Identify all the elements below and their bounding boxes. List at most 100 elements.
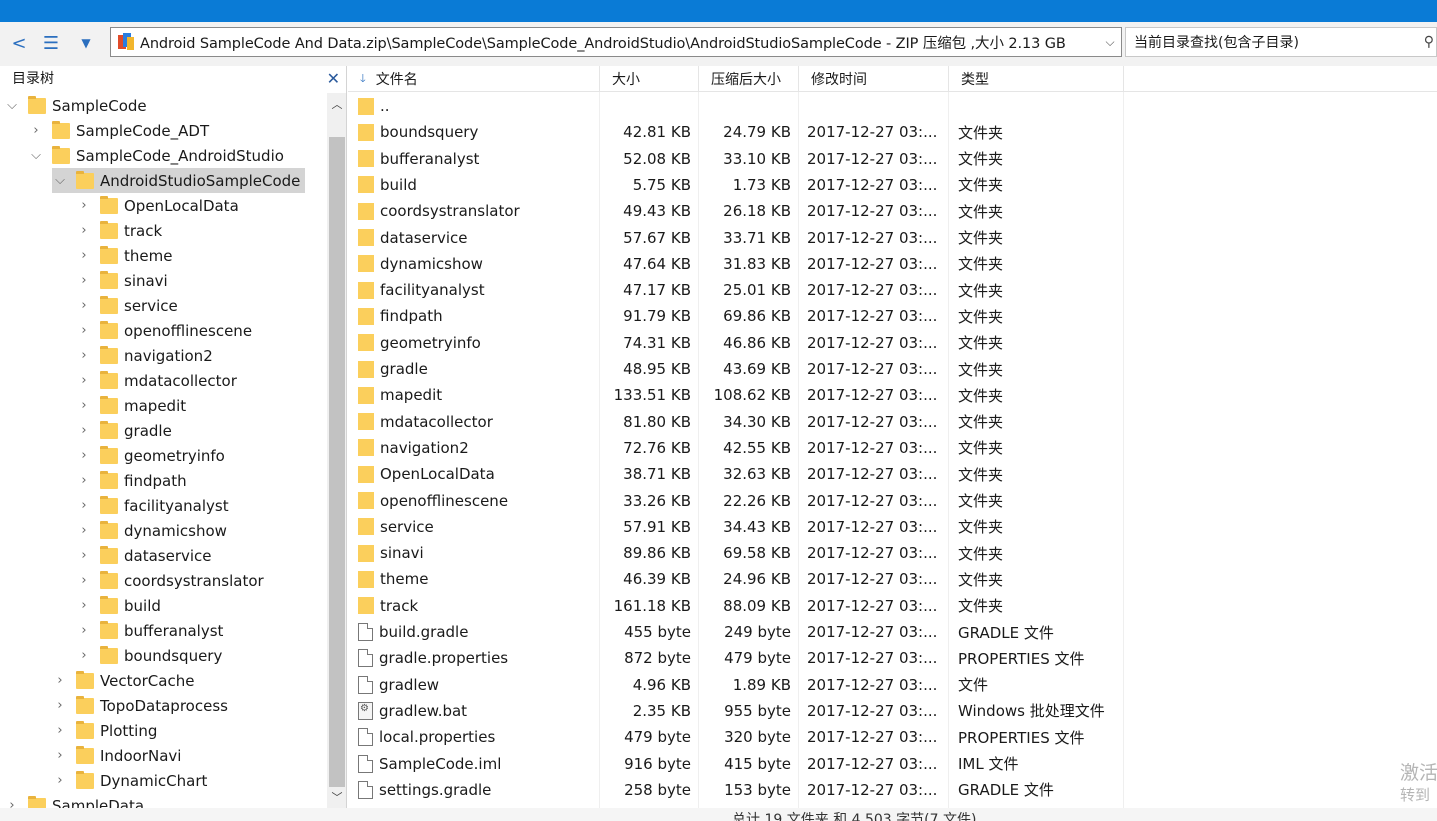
file-row[interactable]: track 161.18 KB 88.09 KB 2017-12-27 03:... 文… [348,593,1124,619]
file-row[interactable]: gradlew.bat 2.35 KB 955 byte 2017-12-27 03:… [348,698,1124,724]
tree-node[interactable]: › gradle [76,418,172,443]
search-input[interactable]: 当前目录查找(包含子目录) ⚲ [1125,27,1437,57]
file-row[interactable]: local.properties 479 byte 320 byte 2017-12-… [348,724,1124,750]
chevron-right-icon[interactable]: › [76,523,92,538]
tree-node[interactable]: › VectorCache [52,668,194,693]
file-row[interactable]: build 5.75 KB 1.73 KB 2017-12-27 03:... 文件夹 [348,172,1124,198]
file-row[interactable]: .. [348,93,1124,119]
chevron-right-icon[interactable]: › [76,398,92,413]
tree-node[interactable]: › mapedit [76,393,186,418]
column-type[interactable]: 类型 [949,66,1124,92]
chevron-right-icon[interactable]: › [76,348,92,363]
chevron-right-icon[interactable]: › [76,373,92,388]
chevron-right-icon[interactable]: › [52,698,68,713]
tree-node[interactable]: ⌵ SampleCode_AndroidStudio [28,143,284,168]
scroll-down-icon[interactable]: ﹀ [327,789,346,805]
tree-node[interactable]: › findpath [76,468,187,493]
tree-node[interactable]: › facilityanalyst [76,493,229,518]
chevron-right-icon[interactable]: › [52,673,68,688]
chevron-right-icon[interactable]: › [76,548,92,563]
back-button[interactable]: < [10,32,28,54]
chevron-right-icon[interactable]: › [76,598,92,613]
tree-node[interactable]: › DynamicChart [52,768,207,793]
file-row[interactable]: facilityanalyst 47.17 KB 25.01 KB 2017-12-2… [348,277,1124,303]
file-row[interactable]: dynamicshow 47.64 KB 31.83 KB 2017-12-27 03… [348,251,1124,277]
tree-node[interactable]: › sinavi [76,268,168,293]
address-field[interactable]: Android SampleCode And Data.zip\SampleCo… [110,27,1122,57]
chevron-right-icon[interactable]: › [76,623,92,638]
file-row[interactable]: geometryinfo 74.31 KB 46.86 KB 2017-12-27 0… [348,330,1124,356]
chevron-down-icon[interactable]: ⌵ [52,173,68,188]
chevron-right-icon[interactable]: › [76,298,92,313]
file-row[interactable]: bufferanalyst 52.08 KB 33.10 KB 2017-12-27 … [348,146,1124,172]
tree-node[interactable]: › theme [76,243,172,268]
tree-node[interactable]: › IndoorNavi [52,743,181,768]
tree-node[interactable]: › openofflinescene [76,318,252,343]
chevron-right-icon[interactable]: › [76,423,92,438]
chevron-right-icon[interactable]: › [52,723,68,738]
tree-node[interactable]: › coordsystranslator [76,568,264,593]
view-list-button[interactable]: ☰ [38,32,64,54]
chevron-right-icon[interactable]: › [76,498,92,513]
file-row[interactable]: SampleCode.iml 916 byte 415 byte 2017-12-27… [348,751,1124,777]
file-row[interactable]: mapedit 133.51 KB 108.62 KB 2017-12-27 03:.… [348,382,1124,408]
file-row[interactable]: gradlew 4.96 KB 1.89 KB 2017-12-27 03:... 文件 [348,672,1124,698]
tree-scrollbar[interactable]: ︿ ﹀ [327,93,346,821]
chevron-right-icon[interactable]: › [28,123,44,138]
file-row[interactable]: gradle.properties 872 byte 479 byte 2017-12… [348,645,1124,671]
view-dropdown-button[interactable]: ▼ [76,32,96,54]
tree-node[interactable]: › Plotting [52,718,157,743]
file-row[interactable]: theme 46.39 KB 24.96 KB 2017-12-27 03:... 文件… [348,566,1124,592]
tree-node[interactable]: › dynamicshow [76,518,227,543]
chevron-right-icon[interactable]: › [76,273,92,288]
close-icon[interactable]: ✕ [327,69,340,88]
search-icon[interactable]: ⚲ [1424,34,1434,50]
tree-node[interactable]: › navigation2 [76,343,213,368]
file-row[interactable]: coordsystranslator 49.43 KB 26.18 KB 2017-1… [348,198,1124,224]
chevron-right-icon[interactable]: › [76,648,92,663]
file-row[interactable]: mdatacollector 81.80 KB 34.30 KB 2017-12-27… [348,409,1124,435]
chevron-right-icon[interactable]: › [76,448,92,463]
column-size[interactable]: 大小 [600,66,699,92]
tree-node[interactable]: › TopoDataprocess [52,693,228,718]
tree-node[interactable]: › track [76,218,162,243]
tree-node[interactable]: › service [76,293,178,318]
chevron-right-icon[interactable]: › [52,773,68,788]
tree-node[interactable]: › mdatacollector [76,368,237,393]
chevron-right-icon[interactable]: › [76,473,92,488]
tree-node[interactable]: › OpenLocalData [76,193,239,218]
tree-node[interactable]: ⌵ SampleCode [4,93,147,118]
chevron-down-icon[interactable]: ⌵ [28,148,44,163]
column-compressed[interactable]: 压缩后大小 [699,66,799,92]
file-row[interactable]: findpath 91.79 KB 69.86 KB 2017-12-27 03:..… [348,303,1124,329]
chevron-down-icon[interactable]: ⌵ [1099,35,1121,50]
tree-node[interactable]: › boundsquery [76,643,222,668]
tree-node[interactable]: ⌵ AndroidStudioSampleCode [52,168,305,193]
file-row[interactable]: service 57.91 KB 34.43 KB 2017-12-27 03:...… [348,514,1124,540]
file-row[interactable]: build.gradle 455 byte 249 byte 2017-12-27 0… [348,619,1124,645]
column-name[interactable]: 🡓 文件名 [348,66,600,92]
tree-node[interactable]: › build [76,593,161,618]
file-row[interactable]: OpenLocalData 38.71 KB 32.63 KB 2017-12-27 … [348,461,1124,487]
file-row[interactable]: gradle 48.95 KB 43.69 KB 2017-12-27 03:... 文… [348,356,1124,382]
tree-node[interactable]: › geometryinfo [76,443,225,468]
scroll-up-icon[interactable]: ︿ [327,96,346,112]
chevron-down-icon[interactable]: ⌵ [4,98,20,113]
file-row[interactable]: sinavi 89.86 KB 69.58 KB 2017-12-27 03:... 文… [348,540,1124,566]
chevron-right-icon[interactable]: › [52,748,68,763]
file-row[interactable]: openofflinescene 33.26 KB 22.26 KB 2017-12-… [348,488,1124,514]
scrollbar-thumb[interactable] [329,137,345,787]
file-row[interactable]: navigation2 72.76 KB 42.55 KB 2017-12-27 03… [348,435,1124,461]
file-row[interactable]: settings.gradle 258 byte 153 byte 2017-12-2… [348,777,1124,803]
tree-node[interactable]: › bufferanalyst [76,618,223,643]
file-row[interactable]: dataservice 57.67 KB 33.71 KB 2017-12-27 03… [348,225,1124,251]
chevron-right-icon[interactable]: › [76,198,92,213]
column-modified[interactable]: 修改时间 [799,66,949,92]
tree-node[interactable]: › SampleCode_ADT [28,118,209,143]
tree-node[interactable]: › dataservice [76,543,212,568]
chevron-right-icon[interactable]: › [76,323,92,338]
chevron-right-icon[interactable]: › [76,223,92,238]
chevron-right-icon[interactable]: › [76,573,92,588]
chevron-right-icon[interactable]: › [76,248,92,263]
file-row[interactable]: boundsquery 42.81 KB 24.79 KB 2017-12-27 03… [348,119,1124,145]
